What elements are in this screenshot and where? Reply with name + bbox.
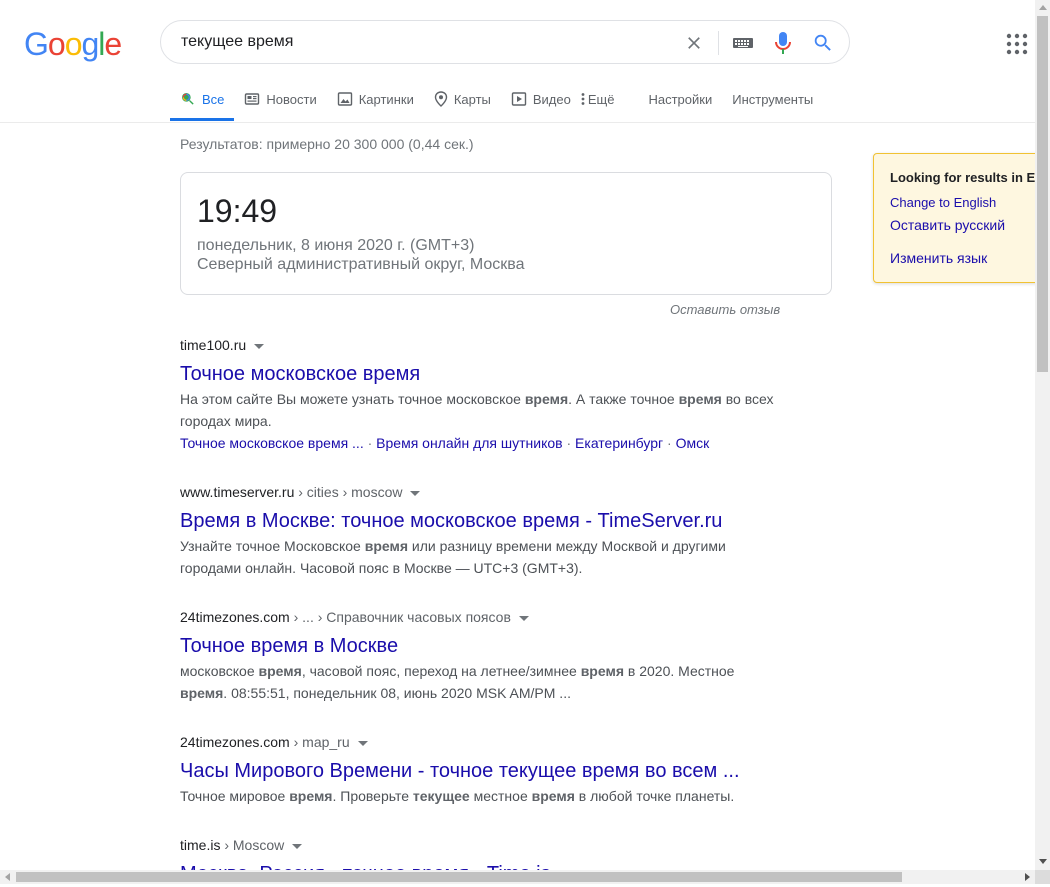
map-pin-icon xyxy=(434,91,448,107)
result-path: › map_ru xyxy=(289,734,350,750)
search-submit-button[interactable] xyxy=(811,31,835,55)
tab-label: Инструменты xyxy=(732,91,814,107)
sitelink[interactable]: Точное московское время ... xyxy=(180,435,364,451)
scrollbar-corner xyxy=(1035,870,1050,884)
caret-down-icon[interactable] xyxy=(254,343,265,349)
tab-label: Видео xyxy=(532,91,571,107)
news-icon xyxy=(244,91,260,107)
tab-more[interactable]: Ещё xyxy=(581,86,625,112)
tab-label: Картинки xyxy=(358,91,414,107)
caret-down-icon[interactable] xyxy=(292,843,303,849)
horizontal-scroll-thumb[interactable] xyxy=(16,872,902,882)
result-path: › cities › moscow xyxy=(294,484,403,500)
feedback-link[interactable]: Оставить отзыв xyxy=(670,302,780,317)
search-box xyxy=(160,20,850,64)
result-url: www.timeserver.ru › cities › moscow xyxy=(180,482,780,502)
search-tabs: Все Новости Картинки Карты Видео Ещё Нас… xyxy=(170,86,823,122)
microphone-icon xyxy=(775,32,791,54)
result-title-link[interactable]: Точное московское время xyxy=(180,361,780,387)
logo-letter: o xyxy=(47,26,66,62)
language-panel-title: Looking for results in E xyxy=(890,170,1036,185)
keyboard-button[interactable] xyxy=(731,31,755,55)
tab-video[interactable]: Видео xyxy=(501,86,581,112)
header-divider xyxy=(0,122,1035,123)
caret-down-icon[interactable] xyxy=(518,615,529,621)
result-snippet: Узнайте точное Московское время или разн… xyxy=(180,538,726,576)
apps-button[interactable] xyxy=(1005,32,1029,56)
tab-label: Настройки xyxy=(648,91,713,107)
caret-down-icon[interactable] xyxy=(410,490,421,496)
result-title-link[interactable]: Точное время в Москве xyxy=(180,633,780,659)
result-domain: time.is xyxy=(180,837,221,853)
result-url: 24timezones.com › ... › Справочник часов… xyxy=(180,607,780,627)
change-language-link[interactable]: Изменить язык xyxy=(890,250,987,266)
keep-russian-link[interactable]: Оставить русский xyxy=(890,217,1005,233)
caret-down-icon[interactable] xyxy=(357,740,368,746)
search-result: time100.ru Точное московское время На эт… xyxy=(180,335,780,454)
sitelink[interactable]: Екатеринбург xyxy=(575,435,663,451)
search-result: 24timezones.com › map_ru Часы Мирового В… xyxy=(180,732,780,807)
scroll-left-arrow-icon[interactable] xyxy=(5,873,10,881)
tab-settings[interactable]: Настройки xyxy=(638,86,722,112)
tab-news[interactable]: Новости xyxy=(234,86,326,112)
search-divider xyxy=(718,31,719,55)
image-icon xyxy=(337,91,353,107)
result-title-link[interactable]: Часы Мирового Времени - точное текущее в… xyxy=(180,758,780,784)
result-path: › Moscow xyxy=(220,837,285,853)
google-logo[interactable]: Google xyxy=(24,26,122,63)
tab-maps[interactable]: Карты xyxy=(424,86,501,112)
scroll-down-arrow-icon[interactable] xyxy=(1039,859,1047,864)
result-domain: 24timezones.com xyxy=(180,609,290,625)
result-snippet: На этом сайте Вы можете узнать точное мо… xyxy=(180,391,774,429)
voice-search-button[interactable] xyxy=(771,31,795,55)
result-sitelinks: Точное московское время ... · Время онла… xyxy=(180,435,710,451)
result-domain: www.timeserver.ru xyxy=(180,484,295,500)
search-icon xyxy=(814,34,831,51)
search-input[interactable] xyxy=(181,31,661,53)
tab-all[interactable]: Все xyxy=(170,86,235,121)
vertical-scrollbar[interactable] xyxy=(1035,0,1050,870)
result-snippet: московское время, часовой пояс, переход … xyxy=(180,663,735,701)
current-time: 19:49 xyxy=(197,193,278,229)
result-domain: 24timezones.com xyxy=(180,734,290,750)
current-date: понедельник, 8 июня 2020 г. (GMT+3) xyxy=(197,237,475,254)
apps-grid-icon xyxy=(1006,33,1028,55)
keyboard-icon xyxy=(733,38,753,48)
search-result: www.timeserver.ru › cities › moscow Врем… xyxy=(180,482,780,579)
time-card: 19:49 понедельник, 8 июня 2020 г. (GMT+3… xyxy=(180,172,832,295)
horizontal-scrollbar[interactable] xyxy=(0,870,1035,884)
result-snippet: Точное мировое время. Проверьте текущее … xyxy=(180,788,735,804)
result-domain: time100.ru xyxy=(180,337,247,353)
language-suggestion-panel: Looking for results in E Change to Engli… xyxy=(873,153,1050,283)
result-stats: Результатов: примерно 20 300 000 (0,44 с… xyxy=(180,136,474,152)
sitelink[interactable]: Омск xyxy=(676,435,710,451)
tab-label: Все xyxy=(202,91,225,107)
video-icon xyxy=(511,91,527,107)
result-url: time100.ru xyxy=(180,335,780,355)
close-icon xyxy=(688,37,700,49)
result-path: › ... › Справочник часовых поясов xyxy=(289,609,511,625)
scroll-up-arrow-icon[interactable] xyxy=(1039,5,1047,10)
scroll-right-arrow-icon[interactable] xyxy=(1025,873,1030,881)
logo-letter: o xyxy=(64,26,83,62)
result-url: 24timezones.com › map_ru xyxy=(180,732,780,752)
change-to-english-link[interactable]: Change to English xyxy=(890,195,996,210)
logo-letter: G xyxy=(24,26,49,62)
clear-search-button[interactable] xyxy=(682,31,706,55)
logo-letter: e xyxy=(104,26,122,62)
search-icon xyxy=(180,91,196,107)
more-vert-icon xyxy=(581,92,585,106)
tab-tools[interactable]: Инструменты xyxy=(722,86,823,112)
tab-label: Карты xyxy=(453,91,491,107)
result-title-link[interactable]: Время в Москве: точное московское время … xyxy=(180,508,780,534)
tab-images[interactable]: Картинки xyxy=(327,86,424,112)
sitelink[interactable]: Время онлайн для шутников xyxy=(376,435,562,451)
logo-letter: g xyxy=(81,26,99,62)
tab-label: Ещё xyxy=(587,91,615,107)
tab-label: Новости xyxy=(266,91,317,107)
current-location: Северный административный округ, Москва xyxy=(197,256,525,273)
search-result: 24timezones.com › ... › Справочник часов… xyxy=(180,607,780,704)
result-url: time.is › Moscow xyxy=(180,835,780,855)
vertical-scroll-thumb[interactable] xyxy=(1037,16,1048,372)
